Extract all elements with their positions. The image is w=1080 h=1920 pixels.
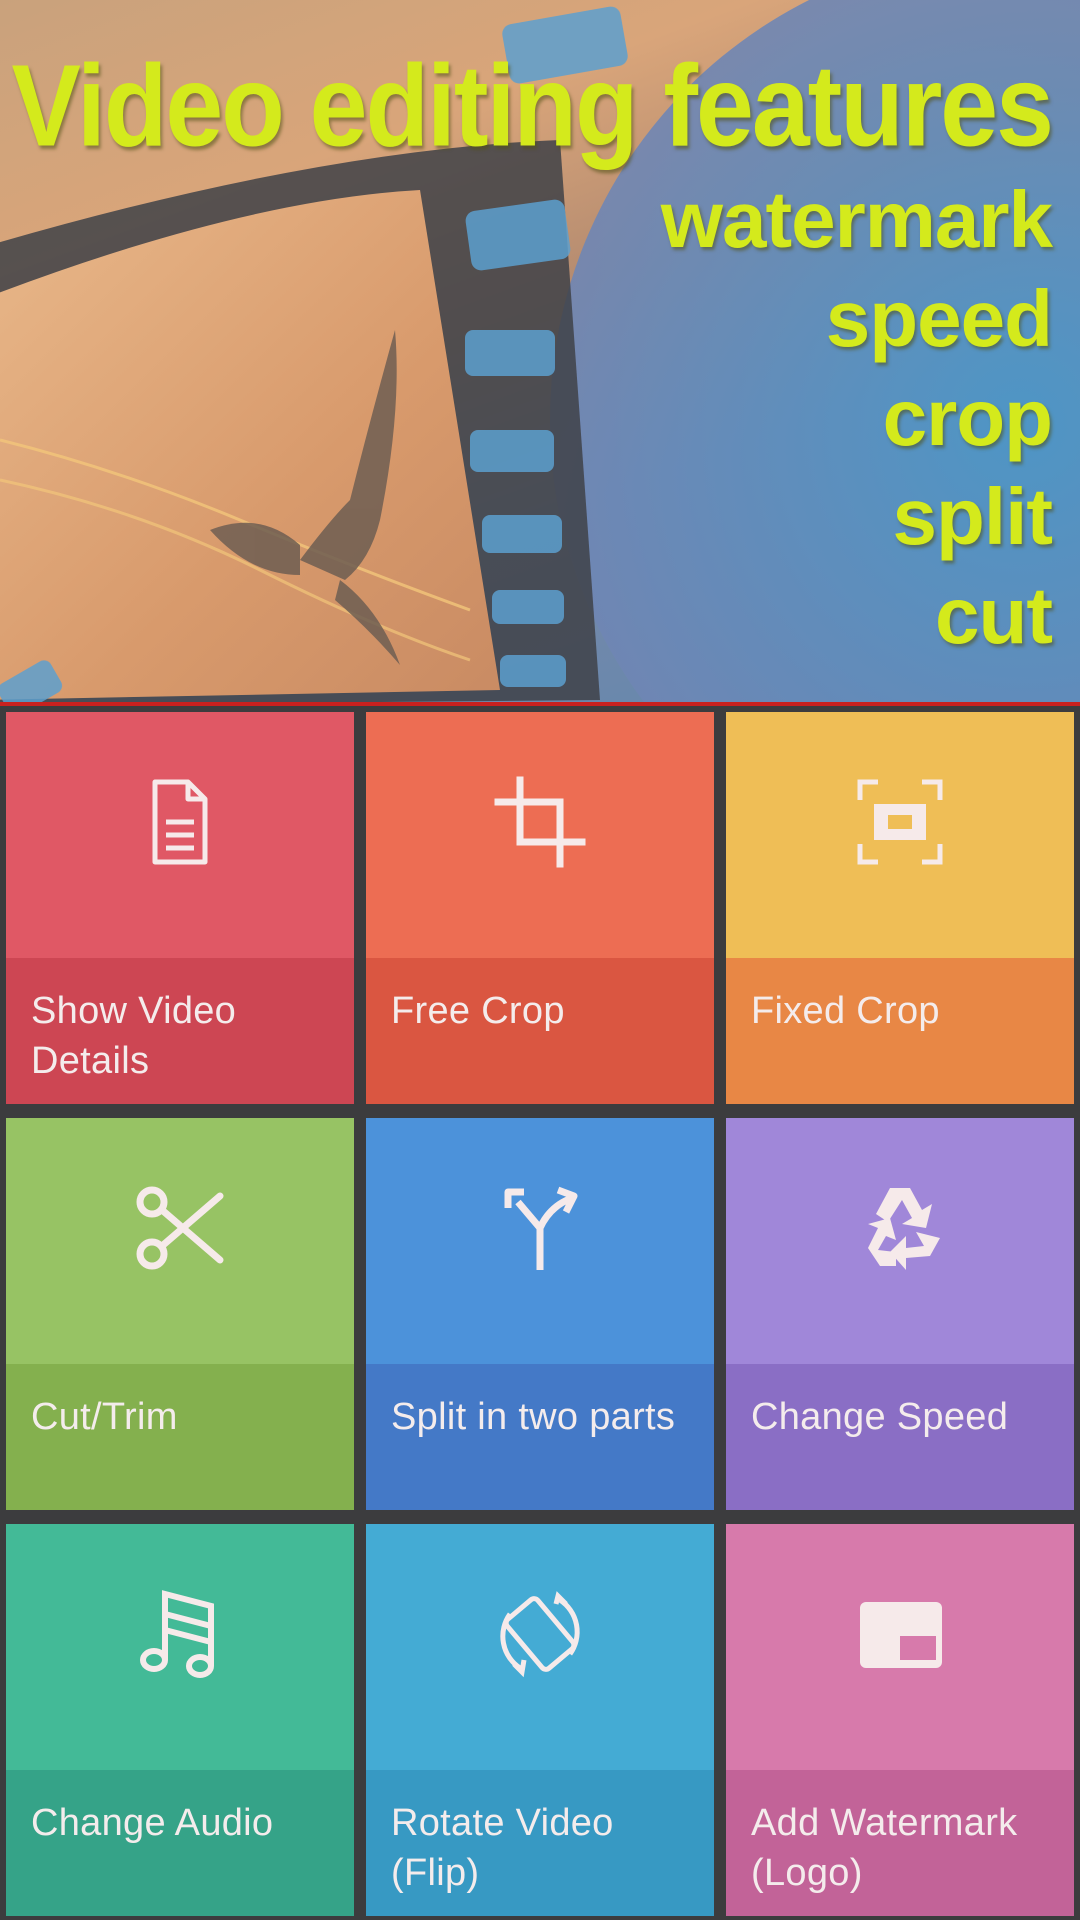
tile-label: Change Speed [751, 1396, 1009, 1438]
tile-label: Show Video Details [31, 990, 237, 1082]
change-speed-button[interactable]: Change Speed [726, 1118, 1074, 1510]
app-screen: Video editing features watermark speed c… [0, 0, 1080, 1920]
tile-label: Add Watermark (Logo) [751, 1802, 1018, 1894]
music-note-icon [130, 1584, 230, 1684]
tile-label: Change Audio [31, 1802, 274, 1844]
feature-item-split: split [892, 472, 1053, 561]
rotate-icon [490, 1584, 590, 1684]
recycle-icon [850, 1178, 950, 1278]
add-watermark-button[interactable]: Add Watermark (Logo) [726, 1524, 1074, 1916]
split-button[interactable]: Split in two parts [366, 1118, 714, 1510]
scissors-icon [130, 1178, 230, 1278]
split-arrow-icon [490, 1178, 590, 1278]
tile-label: Free Crop [391, 990, 565, 1032]
feature-item-crop: crop [882, 373, 1053, 462]
change-audio-button[interactable]: Change Audio [6, 1524, 354, 1916]
tile-label: Cut/Trim [31, 1396, 178, 1438]
cut-trim-button[interactable]: Cut/Trim [6, 1118, 354, 1510]
feature-item-watermark: watermark [660, 175, 1053, 264]
fixed-crop-icon [850, 772, 950, 872]
show-video-details-button[interactable]: Show Video Details [6, 712, 354, 1104]
crop-icon [490, 772, 590, 872]
free-crop-button[interactable]: Free Crop [366, 712, 714, 1104]
watermark-icon [850, 1584, 950, 1684]
tile-label: Fixed Crop [751, 990, 940, 1032]
feature-item-cut: cut [935, 571, 1053, 660]
feature-item-speed: speed [825, 274, 1053, 363]
feature-grid: Show Video Details Free Crop Fixed Crop … [0, 706, 1080, 1920]
rotate-video-button[interactable]: Rotate Video (Flip) [366, 1524, 714, 1916]
tile-label: Rotate Video (Flip) [391, 1802, 614, 1894]
tile-label: Split in two parts [391, 1396, 676, 1438]
document-icon [130, 772, 230, 872]
banner-headline: Video editing features [11, 41, 1054, 172]
feature-list: watermark speed crop split cut [660, 170, 1053, 665]
promo-banner: Video editing features watermark speed c… [0, 0, 1080, 706]
fixed-crop-button[interactable]: Fixed Crop [726, 712, 1074, 1104]
